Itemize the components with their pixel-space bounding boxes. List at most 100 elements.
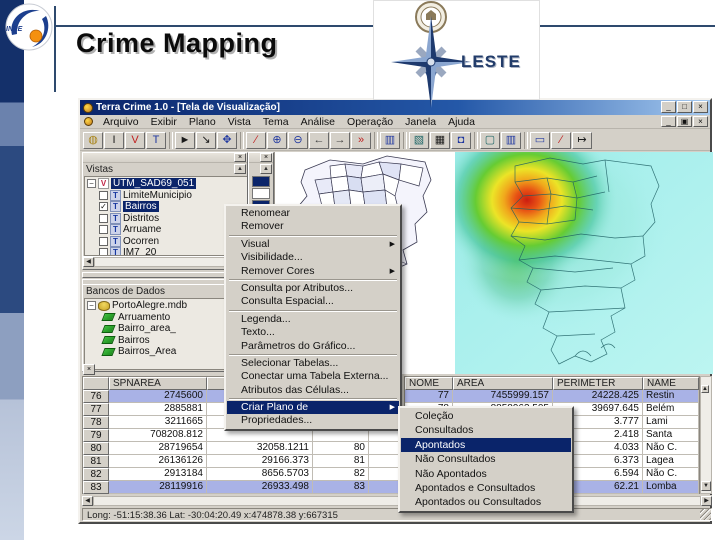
menu-item-visual[interactable]: Visual ▶ [227,238,399,251]
row-number[interactable]: 78 [83,416,109,429]
menu-item-renomear[interactable]: Renomear [227,207,399,220]
theme-label[interactable]: Bairros [123,201,159,213]
row-number[interactable]: 79 [83,429,109,442]
cell[interactable]: 24228.425 [553,390,643,403]
cell[interactable] [369,429,399,442]
submenu-item-nao-apontados[interactable]: Não Apontados [401,467,571,481]
table-row[interactable]: 77 7455999.157 24228.425 Restin [405,390,699,403]
toolbar-bar-graph-button[interactable]: ▥ [501,131,521,149]
cell[interactable]: 28119916 [109,481,207,494]
toolbar-zoom-out-button[interactable]: ⊖ [288,131,308,149]
row-number[interactable]: 81 [83,455,109,468]
tree-item-ocorren[interactable]: T Ocorren [85,235,247,248]
scroll-left-icon[interactable]: ◀ [83,257,94,267]
menu-item-remover[interactable]: Remover [227,220,399,233]
tree-item-limitemunicipio[interactable]: T LimiteMunicipio [85,189,247,202]
legend-close-icon[interactable]: × [260,153,272,162]
cell[interactable]: Não C. [643,442,699,455]
row-number[interactable]: 80 [83,442,109,455]
toolbar-theme-t-button[interactable]: T [146,131,166,149]
heatmap-map[interactable] [455,152,713,374]
menu-operacao[interactable]: Operação [341,116,399,128]
visibility-checkbox-checked[interactable]: ✓ [99,202,108,212]
cell[interactable] [313,429,369,442]
submenu-item-apontados-ou-consultados[interactable]: Apontados ou Consultados [401,495,571,509]
legend-grab-row[interactable]: × [249,153,273,163]
menu-item-texto[interactable]: Texto... [227,326,399,339]
vistas-close-icon[interactable]: × [234,153,246,162]
menu-item-consulta-por-atributos[interactable]: Consulta por Atributos... [227,282,399,295]
toolbar-zoom-in-button[interactable]: ⊕ [267,131,287,149]
cell[interactable]: 2745600 [109,390,207,403]
theme-label[interactable]: Distritos [123,213,159,224]
menu-item-criar-plano-de[interactable]: Criar Plano de ▶ [227,401,399,415]
tree-item-bairro-area-layer[interactable]: Bairro_area_ [85,323,246,335]
cell[interactable] [207,429,313,442]
toolbar-measure-button[interactable]: ↦ [572,131,592,149]
cell[interactable]: Lagea [643,455,699,468]
toolbar-view-v-button[interactable]: V [125,131,145,149]
database-root-label[interactable]: PortoAlegre.mdb [112,300,187,311]
cell[interactable]: 32058.1211 [207,442,313,455]
row-number[interactable]: 83 [83,481,109,494]
scroll-right-icon[interactable]: ▶ [701,495,712,506]
cell[interactable]: 2913184 [109,468,207,481]
theme-label[interactable]: Arruame [123,224,161,235]
layer-label[interactable]: Bairro_area_ [118,323,176,334]
table-row[interactable]: 82 2913184 8656.5703 82 [83,468,399,481]
tree-item-bairros[interactable]: ✓ T Bairros [85,201,247,213]
toolbar-pan-button[interactable]: ✥ [217,131,237,149]
menu-item-visibilidade[interactable]: Visibilidade... [227,251,399,264]
menu-arquivo[interactable]: Arquivo [97,116,145,128]
toolbar-display-button[interactable]: ▢ [480,131,500,149]
menu-janela[interactable]: Janela [399,116,442,128]
cell[interactable]: 26933.498 [207,481,313,494]
expand-icon[interactable]: − [87,179,96,189]
submenu-item-colecao[interactable]: Coleção [401,409,571,423]
scroll-left-icon[interactable]: ◀ [82,495,93,506]
menu-ajuda[interactable]: Ajuda [442,116,481,128]
cell[interactable]: Belém [643,403,699,416]
vistas-hscrollbar[interactable]: ◀ [83,256,247,267]
submenu-item-consultados[interactable]: Consultados [401,423,571,437]
cell[interactable]: Lomba [643,481,699,494]
left-table-hscrollbar[interactable]: ◀ [82,495,400,506]
cell[interactable]: 83 [313,481,369,494]
menu-plano[interactable]: Plano [183,116,222,128]
mdi-restore-button[interactable]: ▣ [677,116,692,127]
tree-item-arruame[interactable]: T Arruame [85,224,247,236]
row-number[interactable]: 82 [83,468,109,481]
legend-scroll-up-icon[interactable]: ▲ [260,164,272,174]
view-root-label[interactable]: UTM_SAD69_051 [111,178,197,190]
submenu-item-apontados[interactable]: Apontados [401,437,571,453]
tree-item-database-root[interactable]: − PortoAlegre.mdb [85,300,246,312]
mdi-minimize-button[interactable]: _ [661,116,676,127]
cell[interactable] [369,442,399,455]
row-number[interactable]: 76 [83,390,109,403]
layer-label[interactable]: Arruamento [118,312,170,323]
table-close-icon[interactable]: × [83,364,95,375]
toolbar-pointer-button[interactable]: ► [175,131,195,149]
menu-item-atributos-celulas[interactable]: Atributos das Células... [227,384,399,397]
theme-label[interactable]: LimiteMunicipio [123,190,192,201]
expand-icon[interactable]: − [87,301,96,311]
theme-label[interactable]: IM7_20 [123,247,156,255]
visibility-checkbox[interactable] [99,213,108,223]
column-header-area[interactable]: AREA [453,377,553,390]
cell[interactable]: 77 [405,390,453,403]
scroll-up-icon[interactable]: ▲ [701,385,709,393]
scroll-track[interactable] [93,495,400,506]
visibility-checkbox[interactable] [99,248,108,255]
close-button[interactable]: × [693,101,708,113]
cell[interactable]: 81 [313,455,369,468]
table-vscrollbar[interactable]: ▲ ▼ [700,376,712,494]
cell[interactable]: 82 [313,468,369,481]
cell[interactable] [369,468,399,481]
menu-item-parametros-grafico[interactable]: Parâmetros do Gráfico... [227,340,399,353]
toolbar-select-corner-button[interactable]: ↘ [196,131,216,149]
tree-item-view-root[interactable]: − V UTM_SAD69_051 [85,178,247,190]
cell[interactable] [369,455,399,468]
theme-label[interactable]: Ocorren [123,236,159,247]
cell[interactable]: 80 [313,442,369,455]
row-number-header[interactable] [83,377,109,390]
